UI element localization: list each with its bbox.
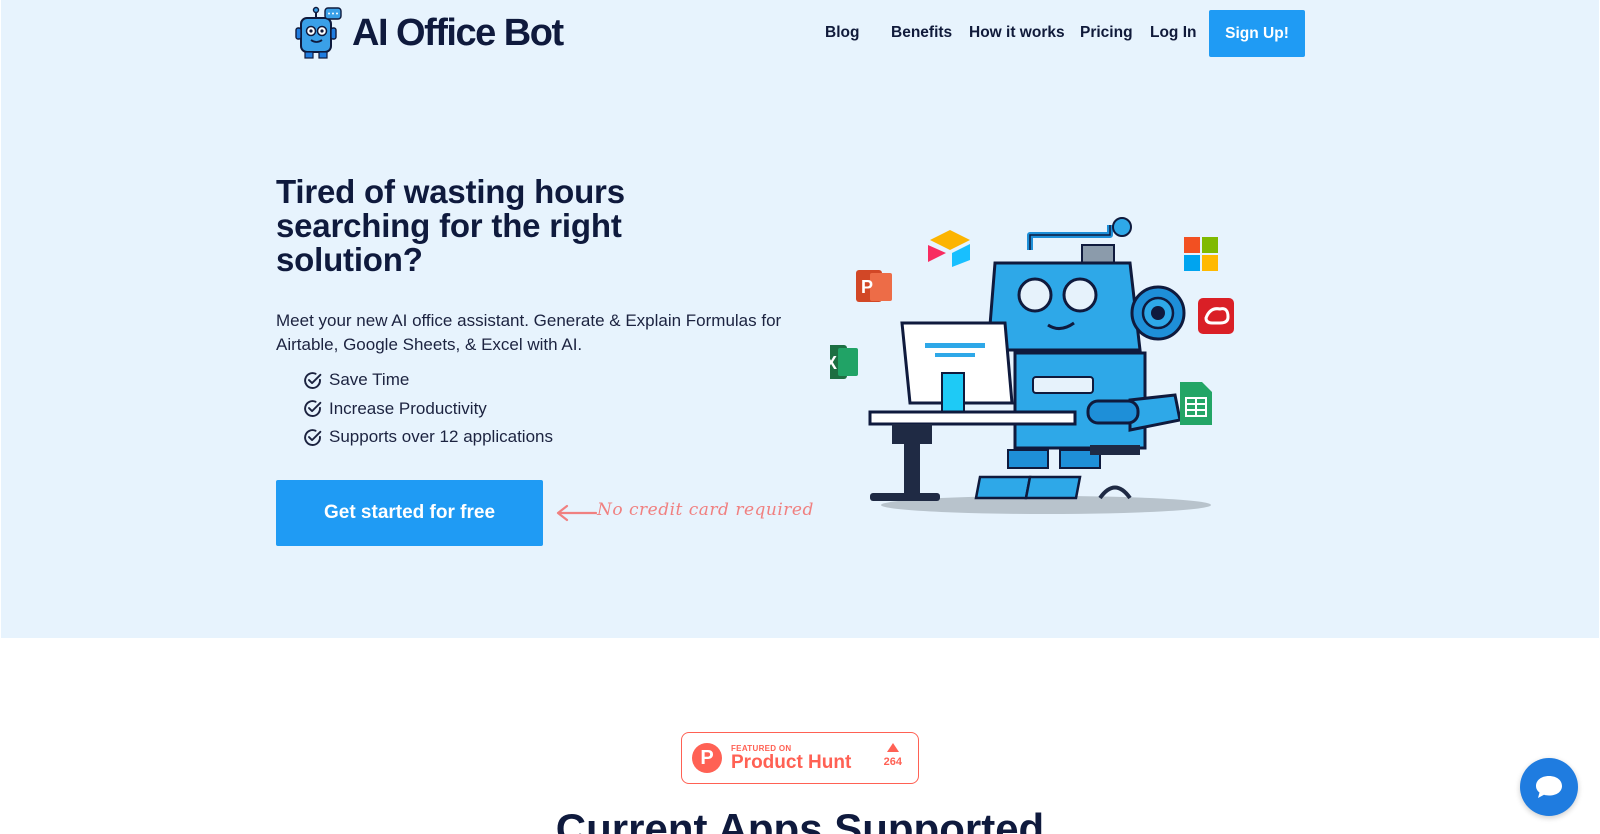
upvote-arrow-icon: [886, 743, 899, 752]
sign-up-button[interactable]: Sign Up!: [1209, 10, 1305, 57]
svg-text:X: X: [830, 353, 837, 373]
check-circle-icon: [304, 371, 322, 389]
chat-bubble-icon: [1536, 776, 1562, 798]
product-hunt-text: FEATURED ON Product Hunt: [731, 744, 851, 773]
get-started-button[interactable]: Get started for free: [276, 480, 543, 546]
google-sheets-icon: [1180, 382, 1212, 425]
upvote-number: 264: [883, 756, 902, 768]
robot-at-desk-illustration: P X: [830, 217, 1234, 514]
nav-benefits[interactable]: Benefits: [891, 10, 952, 56]
feature-label: Supports over 12 applications: [329, 427, 553, 447]
airtable-icon: [928, 230, 970, 267]
chat-button[interactable]: [1520, 758, 1578, 816]
hero-headline: Tired of wasting hours searching for the…: [276, 173, 625, 278]
feature-item: Save Time: [302, 366, 553, 395]
robot-logo-icon: [295, 6, 342, 59]
feature-label: Save Time: [329, 370, 410, 390]
microsoft-icon: [1184, 237, 1218, 271]
product-hunt-logo-icon: P: [692, 743, 722, 773]
brand-logo[interactable]: AI Office Bot: [287, 6, 564, 60]
powerpoint-icon: P: [856, 270, 892, 302]
upvote-count: 264: [884, 743, 902, 768]
nav-pricing[interactable]: Pricing: [1080, 10, 1133, 56]
check-circle-icon: [304, 400, 322, 418]
svg-text:P: P: [861, 277, 873, 297]
no-credit-card-note: No credit card required: [597, 500, 814, 520]
hero-subhead: Meet your new AI office assistant. Gener…: [276, 311, 782, 354]
check-circle-icon: [304, 428, 322, 446]
adobe-creative-cloud-icon: [1198, 298, 1234, 334]
nav-log-in[interactable]: Log In: [1150, 10, 1197, 56]
nav-how-it-works[interactable]: How it works: [969, 10, 1065, 56]
feature-item: Increase Productivity: [302, 395, 553, 424]
brand-name: AI Office Bot: [352, 12, 564, 54]
nav-blog[interactable]: Blog: [825, 10, 859, 56]
feature-list: Save Time Increase Productivity Supports…: [302, 366, 553, 452]
arrow-left-icon: [556, 504, 598, 522]
feature-label: Increase Productivity: [329, 398, 487, 418]
product-hunt-name: Product Hunt: [731, 751, 852, 773]
apps-supported-heading: Current Apps Supported: [555, 805, 1045, 834]
excel-icon: X: [830, 345, 858, 379]
hero-section: [1, 0, 1599, 638]
feature-item: Supports over 12 applications: [302, 423, 553, 452]
product-hunt-badge[interactable]: P FEATURED ON Product Hunt 264: [681, 732, 919, 784]
